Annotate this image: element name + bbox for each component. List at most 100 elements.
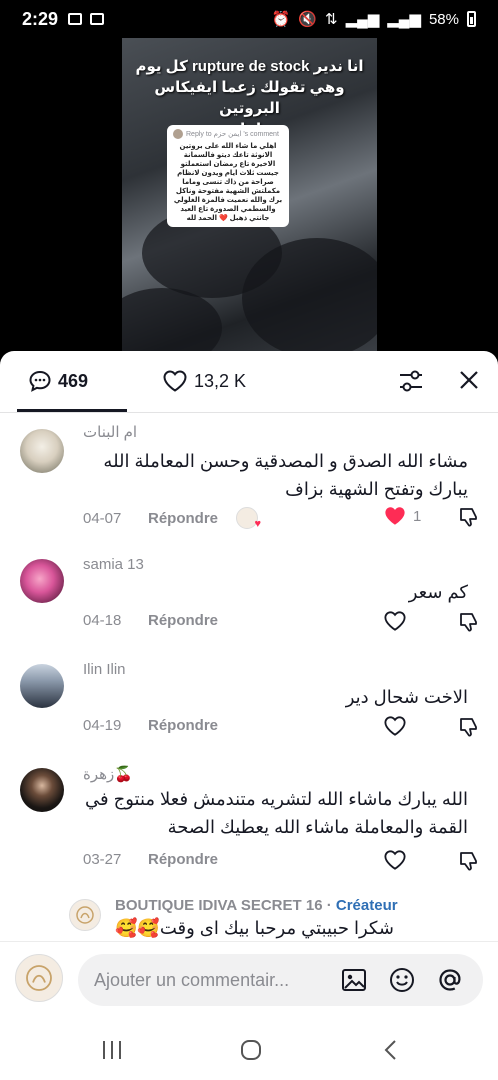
recents-button[interactable]: [100, 1039, 124, 1066]
alarm-icon: ⏰: [271, 11, 291, 28]
video-reply-card: Reply to ايمن حزم 's comment اهلي ما شاء…: [167, 125, 289, 227]
comment-item: samia 13 كم سعر 04-18 Répondre: [0, 556, 498, 636]
like-button[interactable]: [383, 849, 407, 871]
heart-filled-icon: [385, 507, 405, 525]
recents-icon: [103, 1041, 121, 1059]
heart-icon: [384, 611, 406, 631]
signal-icon: ▂▄▆: [387, 11, 421, 28]
image-button[interactable]: [340, 966, 368, 999]
comment-input[interactable]: [94, 954, 329, 1006]
dislike-button[interactable]: [457, 505, 481, 534]
back-icon: [384, 1040, 396, 1060]
tab-comments[interactable]: 469: [28, 369, 88, 393]
thumbs-down-icon: [460, 613, 477, 632]
comment-text: الله يبارك ماشاء الله لتشريه متندمش فعلا…: [85, 789, 468, 837]
video-text-line: انا ندير rupture de stock كل يوم: [135, 58, 364, 75]
mention-button[interactable]: [436, 966, 464, 999]
my-avatar: [15, 954, 63, 1002]
comment-like-count: 1: [413, 507, 422, 525]
mention-icon: [439, 969, 461, 991]
status-bar: 2:29 ⏰ 🔇 ⇅ ▂▄▆ ▂▄▆ 58%: [0, 0, 498, 38]
comment-username[interactable]: زهرة🍒: [83, 765, 133, 783]
reply-button[interactable]: Répondre: [148, 851, 218, 868]
comment-date: 04-19: [83, 717, 122, 734]
heart-icon: [163, 370, 187, 392]
heart-icon: ♥: [254, 518, 262, 530]
comment-date: 03-27: [83, 851, 122, 868]
status-time: 2:29: [22, 8, 59, 29]
dislike-button[interactable]: [457, 610, 481, 639]
avatar[interactable]: [20, 559, 64, 603]
dislike-button[interactable]: [457, 715, 481, 744]
reply-button[interactable]: Répondre: [148, 510, 218, 527]
back-button[interactable]: [381, 1039, 401, 1066]
dislike-button[interactable]: [457, 849, 481, 878]
creator-name[interactable]: BOUTIQUE IDIVA SECRET 16: [115, 897, 323, 914]
system-nav-bar: [0, 1021, 498, 1080]
reply-username: BOUTIQUE IDIVA SECRET 16 · Créateur: [115, 897, 398, 914]
comment-item: ام البنات مشاء الله الصدق و المصدقية وحس…: [0, 421, 498, 530]
heart-icon: [384, 716, 406, 736]
image-icon: [342, 969, 366, 991]
comment-text: الاخت شحال دير: [345, 687, 468, 707]
comment-text: مشاء الله الصدق و المصدقية وحسن المعاملة…: [103, 451, 468, 499]
filter-icon: [400, 370, 422, 392]
home-button[interactable]: [239, 1039, 263, 1066]
battery-percent: 58%: [428, 10, 459, 28]
logo-icon: [76, 906, 94, 924]
emoji-icon: [390, 968, 414, 992]
reply-button[interactable]: Répondre: [148, 612, 218, 629]
home-icon: [241, 1040, 261, 1060]
thumbs-down-icon: [460, 852, 477, 871]
heart-icon: [384, 850, 406, 870]
close-icon: [460, 371, 478, 389]
thumbs-down-icon: [460, 718, 477, 737]
video-player[interactable]: انا ندير rupture de stock كل يوم وهي تقو…: [122, 38, 377, 353]
logo-icon: [26, 965, 52, 991]
battery-icon: [467, 11, 476, 27]
comment-input-bar: [0, 941, 498, 1021]
tab-likes[interactable]: 13,2 K: [162, 369, 246, 393]
like-button[interactable]: [383, 610, 407, 632]
like-button[interactable]: 1: [383, 505, 421, 527]
filter-button[interactable]: [397, 367, 425, 400]
gallery-icon: [68, 13, 83, 25]
comment-username[interactable]: samia 13: [83, 556, 144, 573]
creator-avatar[interactable]: [69, 899, 101, 931]
video-shape: [242, 238, 377, 353]
creator-badge: Créateur: [335, 897, 398, 914]
creator-liked-avatar: ♥: [236, 507, 262, 530]
reply-card-body: اهلي ما شاء الله على بروتين الانوثة تاعك…: [173, 143, 283, 222]
comment-text: كم سعر: [408, 582, 468, 602]
reply-button[interactable]: Répondre: [148, 717, 218, 734]
mute-icon: 🔇: [298, 11, 317, 28]
thumbs-down-icon: [460, 508, 477, 527]
reply-text: شكرا حبيبتي مرحبا بيك اى وقت🥰🥰: [115, 918, 394, 938]
data-icon: ⇅: [324, 11, 338, 28]
reply-card-header: Reply to ايمن حزم 's comment: [186, 131, 279, 138]
comment-date: 04-07: [83, 509, 122, 527]
comment-item: Ilin Ilin الاخت شحال دير 04-19 Répondre: [0, 661, 498, 741]
avatar[interactable]: [20, 664, 64, 708]
emoji-button[interactable]: [388, 966, 416, 999]
close-button[interactable]: [458, 369, 480, 396]
like-button[interactable]: [383, 715, 407, 737]
signal-icon: ▂▄▆: [345, 11, 380, 28]
reply-card-avatar: [173, 129, 183, 139]
comment-sheet: 469 13,2 K ام البنات مشاء الله الصدق و ا…: [0, 351, 498, 1080]
header-divider: [0, 412, 498, 413]
reply-item: BOUTIQUE IDIVA SECRET 16 · Créateur شكرا…: [0, 895, 498, 941]
comment-username[interactable]: Ilin Ilin: [83, 661, 126, 678]
youtube-icon: [90, 13, 105, 25]
comment-item: زهرة🍒 الله يبارك ماشاء الله لتشريه متندم…: [0, 765, 498, 875]
comment-input-box[interactable]: [78, 954, 483, 1006]
avatar[interactable]: [20, 768, 64, 812]
comment-icon: [29, 370, 51, 392]
avatar[interactable]: [20, 429, 64, 473]
comment-username[interactable]: ام البنات: [83, 423, 137, 441]
video-text-line: وهي تقولك زعما ايفيكاس البروتين: [154, 79, 345, 117]
comment-date: 04-18: [83, 612, 122, 629]
sheet-header: 469 13,2 K: [0, 351, 498, 413]
like-count: 13,2 K: [194, 370, 247, 391]
separator: ·: [322, 897, 336, 914]
